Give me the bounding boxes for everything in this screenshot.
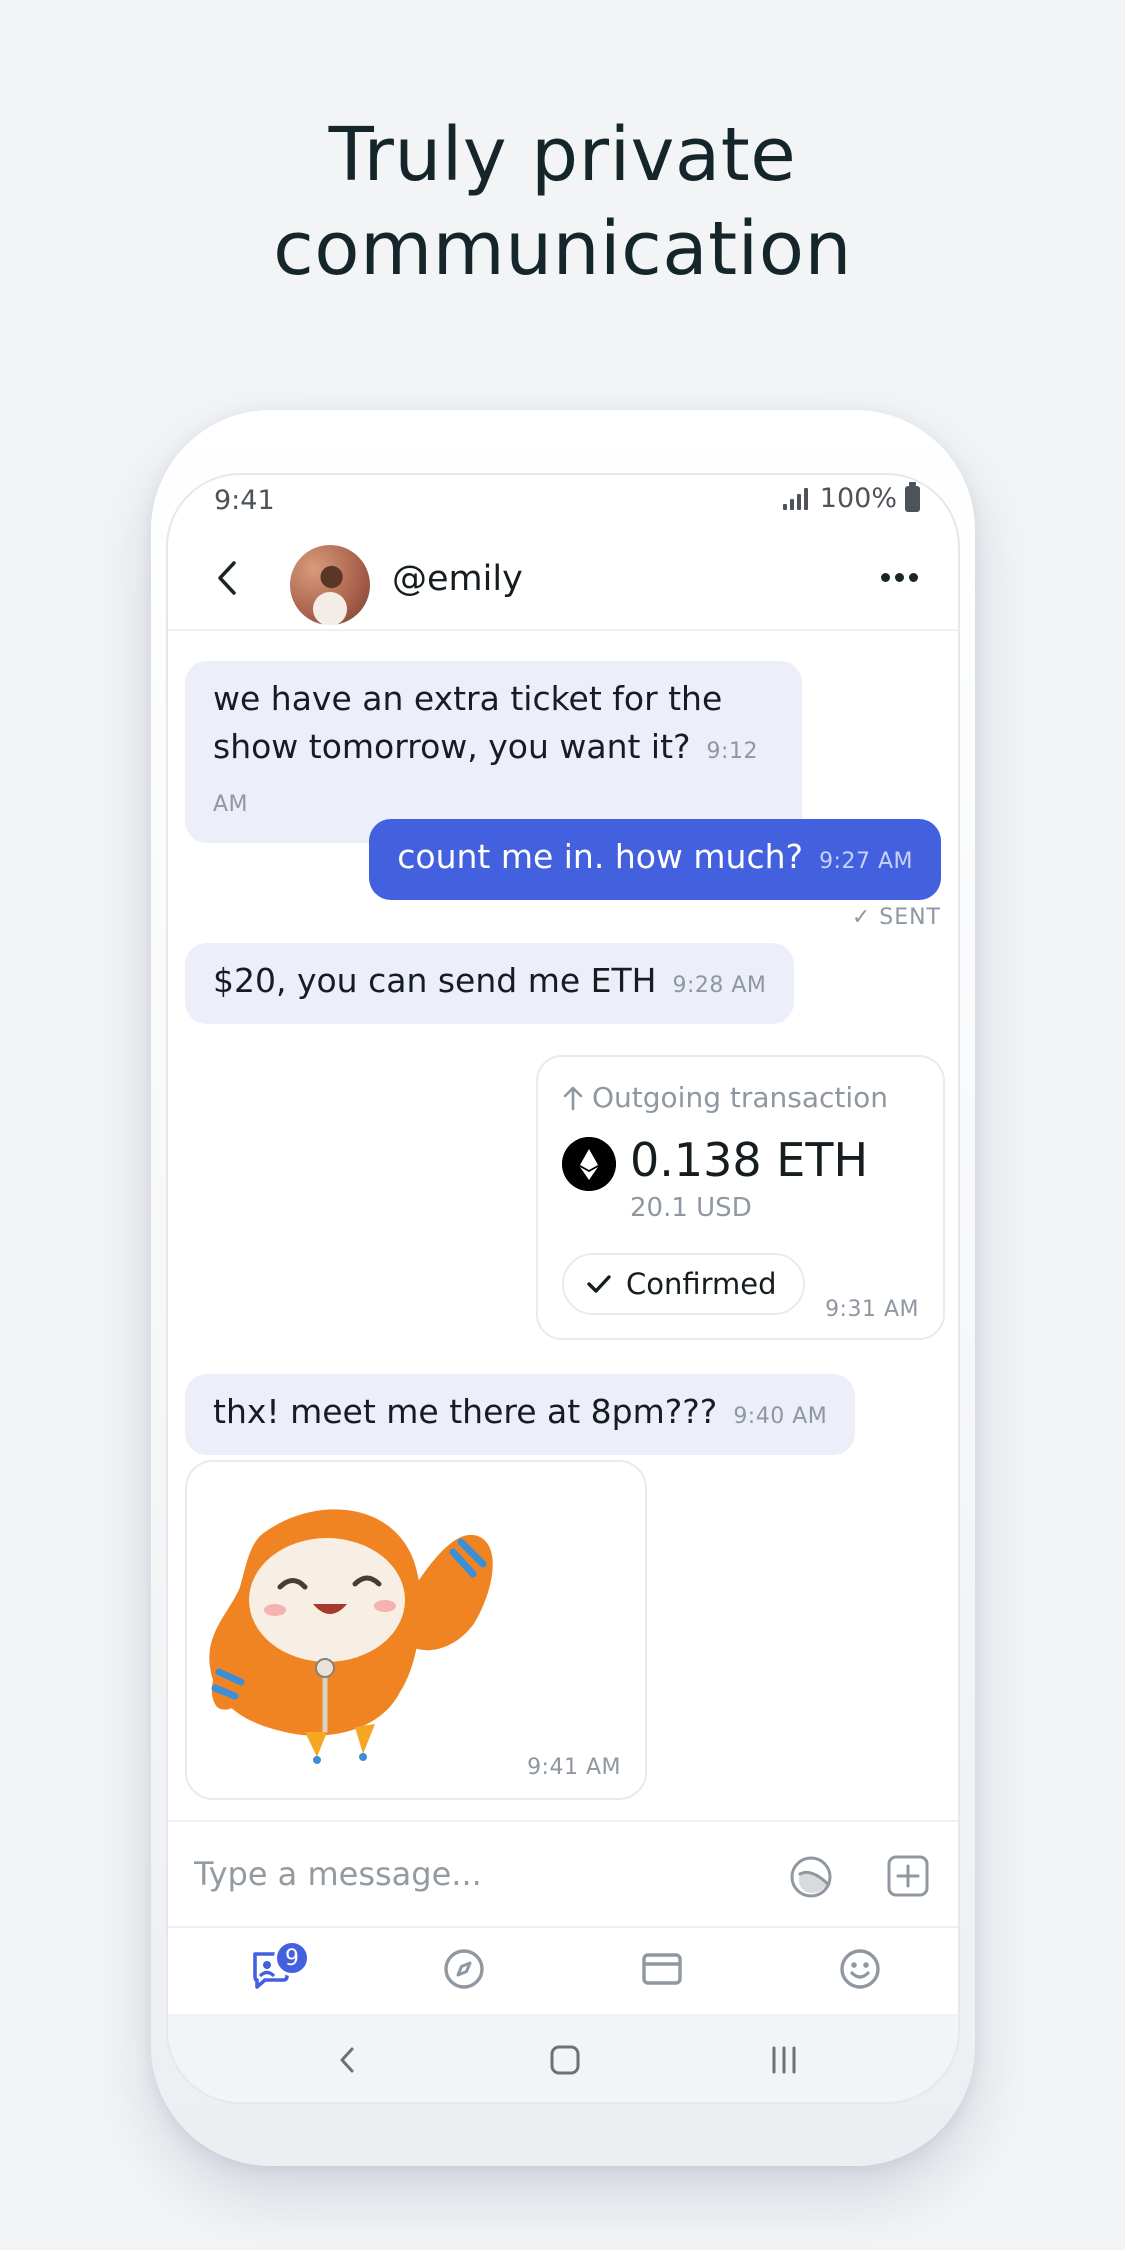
battery-percent: 100% <box>819 483 897 514</box>
transaction-card[interactable]: Outgoing transaction 0.138 ETH 20.1 USD … <box>536 1055 945 1340</box>
message-text: show tomorrow, you want it? <box>213 727 691 766</box>
transaction-direction: Outgoing transaction <box>592 1081 889 1114</box>
arrow-up-icon <box>563 1086 583 1110</box>
checkmark-icon <box>587 1275 611 1293</box>
message-bubble-incoming[interactable]: we have an extra ticket for the show tom… <box>185 661 802 843</box>
sticker-message[interactable]: 9:41 AM <box>185 1460 647 1800</box>
tab-wallet-icon[interactable] <box>637 1944 687 1994</box>
sticker-icon[interactable] <box>788 1854 834 1900</box>
android-navigation-bar <box>168 2014 958 2102</box>
contact-username[interactable]: @emily <box>392 559 523 599</box>
message-timestamp: 9:31 AM <box>825 1297 919 1322</box>
phone-screen: 9:41 100% @emily we have an extra ticket… <box>166 473 960 2104</box>
headline-line-1: Truly private <box>328 112 797 198</box>
android-back-icon[interactable] <box>328 2040 368 2080</box>
bottom-tab-bar: 9 <box>168 1930 958 2014</box>
page-headline: Truly private communication <box>0 108 1125 296</box>
android-home-icon[interactable] <box>545 2040 585 2080</box>
headline-line-2: communication <box>273 206 852 292</box>
android-recents-icon[interactable] <box>764 2040 804 2080</box>
tab-browser-compass-icon[interactable] <box>439 1944 489 1994</box>
message-bubble-incoming[interactable]: thx! meet me there at 8pm??? 9:40 AM <box>185 1374 856 1455</box>
transaction-amount: 0.138 ETH <box>630 1133 869 1187</box>
message-text: count me in. how much? <box>397 837 804 876</box>
status-time: 9:41 <box>214 485 275 516</box>
message-timestamp: 9:27 AM <box>819 849 913 874</box>
unread-count-badge: 9 <box>274 1940 310 1976</box>
ethereum-icon <box>562 1137 616 1191</box>
chat-header: @emily <box>168 535 958 631</box>
message-bubble-outgoing[interactable]: count me in. how much? 9:27 AM <box>369 819 941 900</box>
message-text: $20, you can send me ETH <box>213 961 657 1000</box>
message-bubble-incoming[interactable]: $20, you can send me ETH 9:28 AM <box>185 943 795 1024</box>
signal-icon <box>782 487 808 510</box>
message-input[interactable] <box>194 1844 754 1904</box>
message-sent-status: ✓ SENT <box>851 905 941 930</box>
message-text: thx! meet me there at 8pm??? <box>213 1392 718 1431</box>
status-indicators: 100% <box>782 481 920 514</box>
tab-profile-smiley-icon[interactable] <box>835 1944 885 1994</box>
transaction-label: Outgoing transaction <box>562 1081 888 1114</box>
contact-avatar[interactable] <box>290 545 370 625</box>
message-timestamp: 9:28 AM <box>672 973 767 998</box>
add-attachment-icon[interactable] <box>886 1854 930 1898</box>
more-options-icon[interactable] <box>881 573 918 582</box>
waving-mascot-sticker <box>209 1509 493 1764</box>
transaction-fiat-value: 20.1 USD <box>630 1193 752 1223</box>
message-text: we have an extra ticket for the <box>213 679 723 718</box>
back-arrow-icon[interactable] <box>204 553 254 603</box>
battery-icon <box>905 481 920 512</box>
message-composer <box>168 1820 958 1928</box>
message-timestamp: 9:40 AM <box>733 1404 828 1429</box>
message-timestamp: 9:41 AM <box>527 1755 621 1780</box>
transaction-status: Confirmed <box>626 1267 777 1301</box>
transaction-status-pill: Confirmed <box>562 1253 805 1315</box>
